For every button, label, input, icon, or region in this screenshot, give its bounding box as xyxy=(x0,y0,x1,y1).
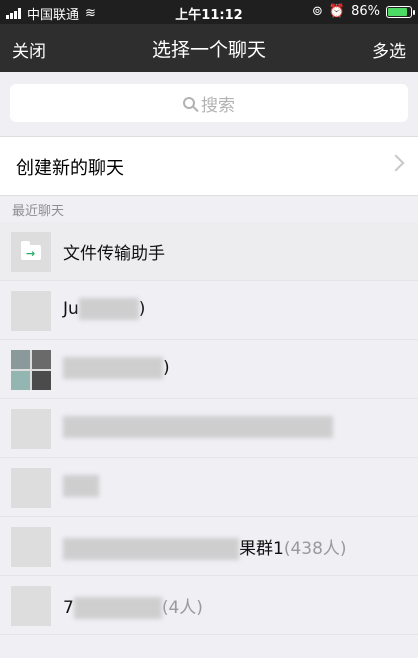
chat-name: ) xyxy=(63,357,170,379)
search-icon xyxy=(183,97,195,109)
lock-rotation-icon: ⊚ xyxy=(312,4,323,19)
page-title: 选择一个聊天 xyxy=(151,39,266,61)
blurred-text xyxy=(63,475,99,497)
chat-name-suffix: ) xyxy=(163,358,170,378)
folder-icon: → xyxy=(21,240,41,260)
chevron-right-icon xyxy=(387,154,405,172)
create-new-chat-row[interactable]: 创建新的聊天 xyxy=(0,136,418,196)
alarm-icon: ⏰ xyxy=(328,4,346,19)
search-input[interactable]: 搜索 xyxy=(10,84,408,122)
blurred-text xyxy=(63,416,333,438)
battery-fill xyxy=(388,7,407,16)
list-item[interactable]: → 文件传输助手 xyxy=(0,222,418,281)
battery-percent: 86% xyxy=(351,4,380,19)
avatar xyxy=(11,291,51,331)
nav-bar: 关闭 选择一个聊天 多选 xyxy=(0,24,418,72)
search-placeholder: 搜索 xyxy=(201,95,235,116)
file-transfer-avatar: → xyxy=(11,232,51,272)
multi-select-button[interactable]: 多选 xyxy=(372,37,406,62)
chat-name-suffix: 果群1 xyxy=(239,539,284,559)
member-count: (4人) xyxy=(161,598,203,618)
chat-name: 7 (4人) xyxy=(63,593,203,619)
chat-name: 文件传输助手 xyxy=(63,244,165,264)
chat-name: 果群1(438人) xyxy=(63,534,347,560)
battery-icon xyxy=(386,5,415,18)
list-item[interactable]: Ju) xyxy=(0,281,418,340)
chat-name-prefix: Ju xyxy=(63,299,79,319)
section-label-recent: 最近聊天 xyxy=(12,204,65,219)
chat-name xyxy=(63,416,333,438)
blurred-text xyxy=(78,298,139,320)
chat-name-suffix: ) xyxy=(138,299,146,319)
blurred-text xyxy=(63,538,239,560)
member-count: (438人) xyxy=(283,539,347,559)
list-item[interactable]: 果群1(438人) xyxy=(0,517,418,576)
list-item[interactable]: 7 (4人) xyxy=(0,576,418,635)
group-avatar xyxy=(11,350,51,390)
recent-chat-list: → 文件传输助手 Ju) ) 果群1(438人) 7 (4人) xyxy=(0,222,418,635)
list-item[interactable]: ) xyxy=(0,340,418,399)
status-right: ⊚ ⏰ 86% xyxy=(312,4,415,19)
search-bar: 搜索 xyxy=(0,72,418,136)
chat-name: Ju) xyxy=(63,298,145,320)
chat-name xyxy=(63,475,99,497)
status-bar: 中国联通 ≋ 上午11:12 ⊚ ⏰ 86% xyxy=(0,0,418,24)
avatar xyxy=(11,468,51,508)
create-new-chat-label: 创建新的聊天 xyxy=(16,158,124,179)
blurred-text xyxy=(63,357,163,379)
list-item[interactable] xyxy=(0,458,418,517)
list-item[interactable] xyxy=(0,399,418,458)
blurred-text xyxy=(73,597,162,619)
chat-name-prefix: 7 xyxy=(63,598,74,618)
group-avatar xyxy=(11,586,51,626)
group-avatar xyxy=(11,527,51,567)
group-avatar xyxy=(11,409,51,449)
